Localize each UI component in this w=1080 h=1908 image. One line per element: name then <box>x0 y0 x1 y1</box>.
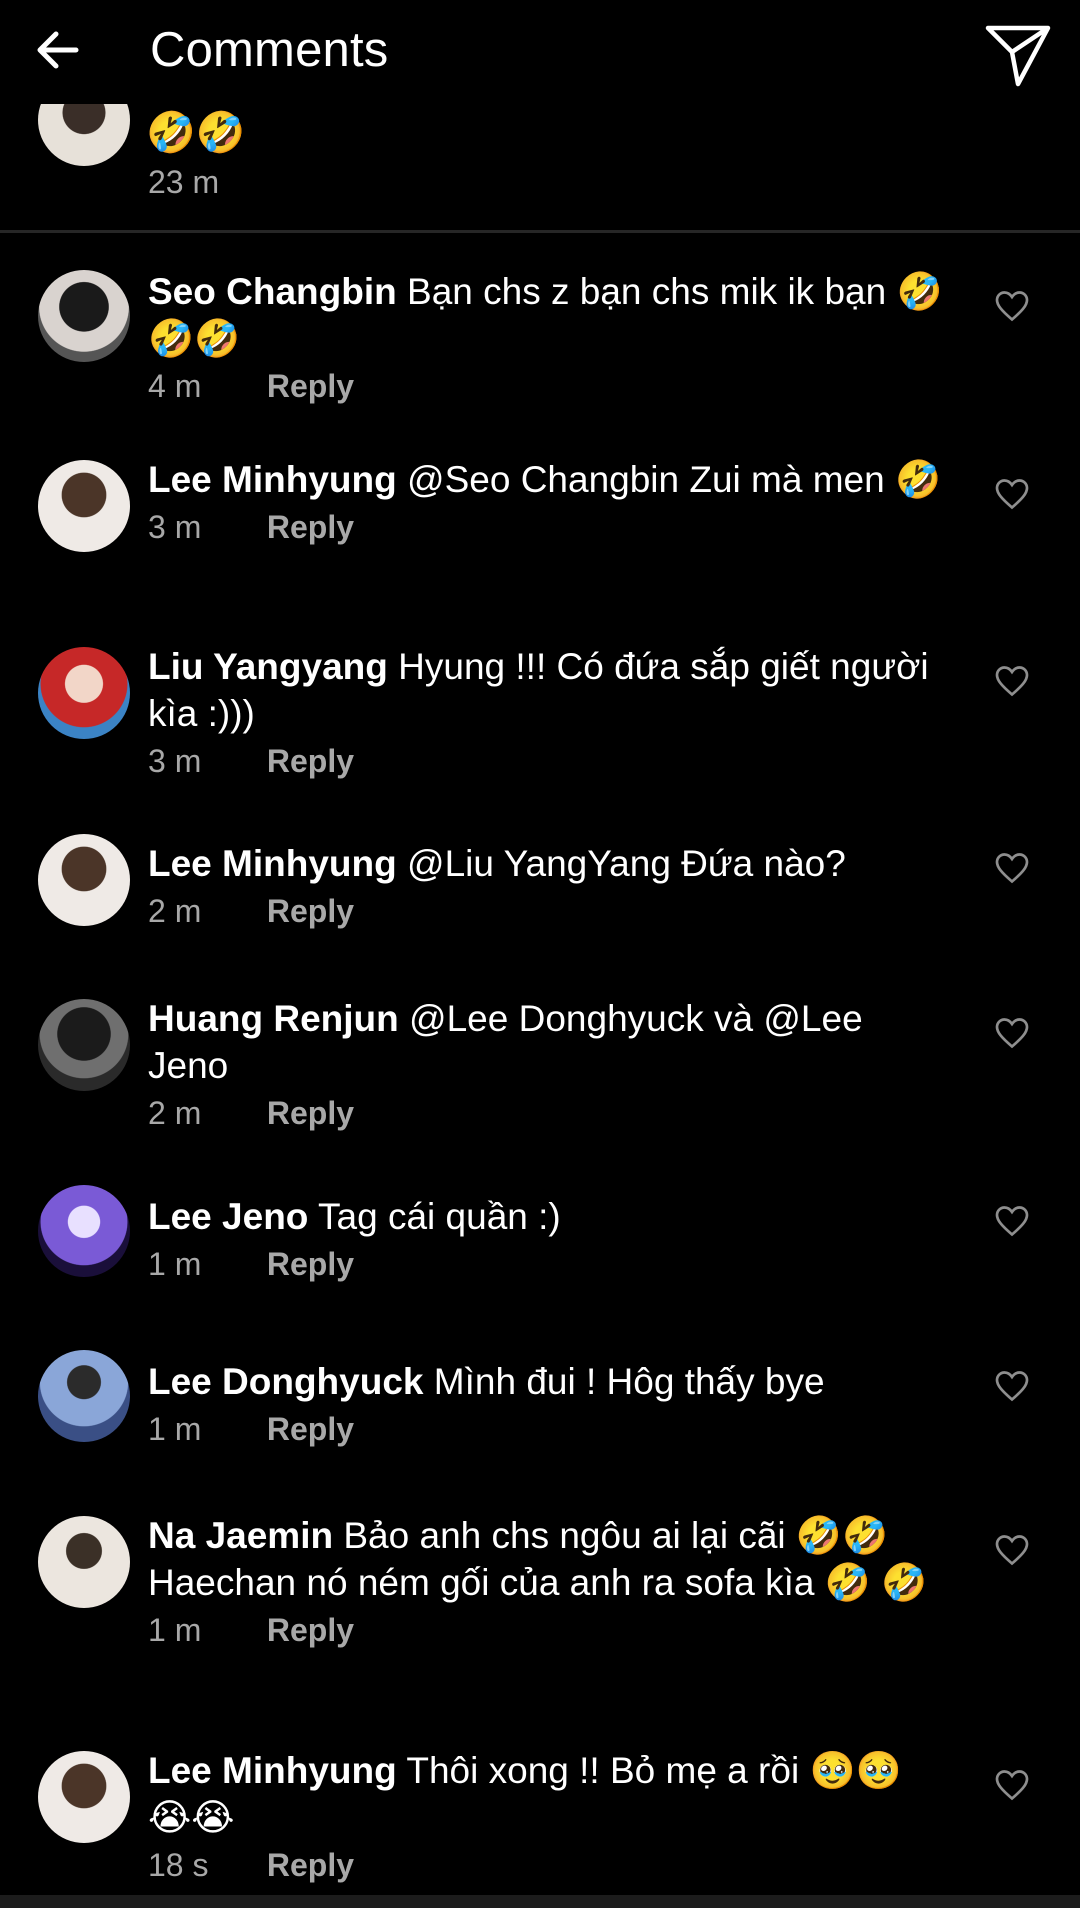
share-button[interactable] <box>982 18 1054 90</box>
comment-body: Lee Donghyuck Mình đui ! Hôg thấy bye 1 … <box>148 1358 948 1451</box>
like-button[interactable] <box>994 1767 1030 1803</box>
reply-button[interactable]: Reply <box>267 1091 354 1135</box>
reply-button[interactable]: Reply <box>267 1407 354 1451</box>
comment-meta: 1 m Reply <box>148 1608 948 1652</box>
comment-meta: 1 m Reply <box>148 1407 948 1451</box>
comment-meta: 2 m Reply <box>148 889 948 933</box>
username[interactable]: Na Jaemin <box>148 1515 333 1556</box>
avatar[interactable] <box>38 834 130 926</box>
avatar[interactable] <box>38 1350 130 1442</box>
reply-button[interactable]: Reply <box>267 505 354 549</box>
like-button[interactable] <box>994 850 1030 886</box>
comments-screen: Comments 🤣🤣 23 m Seo Changbin Bạn chs z … <box>0 0 1080 1908</box>
comment-body: Liu Yangyang Hyung !!! Có đứa sắp giết n… <box>148 643 948 783</box>
comment-text: Seo Changbin Bạn chs z bạn chs mik ik bạ… <box>148 268 948 362</box>
username[interactable]: Lee Minhyung <box>148 1750 397 1791</box>
like-button[interactable] <box>994 1368 1030 1404</box>
comment-time: 2 m <box>148 1095 202 1131</box>
like-button[interactable] <box>994 288 1030 324</box>
comment-time: 3 m <box>148 743 202 779</box>
username[interactable]: Lee Jeno <box>148 1196 308 1237</box>
comment-text: Na Jaemin Bảo anh chs ngôu ai lại cãi 🤣🤣… <box>148 1512 948 1606</box>
comment-time: 4 m <box>148 368 202 404</box>
heart-icon <box>995 291 1029 322</box>
arrow-left-icon <box>37 31 79 69</box>
reply-button[interactable]: Reply <box>267 739 354 783</box>
avatar[interactable] <box>38 647 130 739</box>
comment-body: Lee Minhyung @Liu YangYang Đứa nào? 2 m … <box>148 840 948 933</box>
comment-text: Lee Minhyung @Seo Changbin Zui mà men 🤣 <box>148 456 948 503</box>
heart-icon <box>995 479 1029 510</box>
top-bar: Comments <box>0 0 1080 104</box>
reply-button[interactable]: Reply <box>267 1843 354 1887</box>
like-button[interactable] <box>994 476 1030 512</box>
username[interactable]: Liu Yangyang <box>148 646 388 687</box>
heart-icon <box>995 1206 1029 1237</box>
comment-time: 18 s <box>148 1847 209 1883</box>
username[interactable]: Seo Changbin <box>148 271 397 312</box>
comment-time: 1 m <box>148 1612 202 1648</box>
comment-time: 2 m <box>148 893 202 929</box>
comment-body: Lee Jeno Tag cái quần :) 1 m Reply <box>148 1193 948 1286</box>
comment-meta: 18 s Reply <box>148 1843 948 1887</box>
reply-button[interactable]: Reply <box>267 364 354 408</box>
divider <box>0 230 1080 233</box>
partial-comment: 🤣🤣 23 m <box>0 74 1080 232</box>
comment-time: 23 m <box>148 164 220 200</box>
paper-plane-icon <box>985 25 1051 87</box>
avatar[interactable] <box>38 460 130 552</box>
heart-icon <box>995 666 1029 697</box>
comment-text: Lee Minhyung @Liu YangYang Đứa nào? <box>148 840 948 887</box>
reply-button[interactable]: Reply <box>267 1608 354 1652</box>
comment-message: @Seo Changbin Zui mà men 🤣 <box>407 459 942 500</box>
comment-text: Huang Renjun @Lee Donghyuck và @Lee Jeno <box>148 995 948 1089</box>
comment-time: 1 m <box>148 1246 202 1282</box>
heart-icon <box>995 1371 1029 1402</box>
comment-text: Lee Donghyuck Mình đui ! Hôg thấy bye <box>148 1358 948 1405</box>
avatar[interactable] <box>38 1516 130 1608</box>
reply-button[interactable]: Reply <box>267 1242 354 1286</box>
comment-body: Lee Minhyung @Seo Changbin Zui mà men 🤣 … <box>148 456 948 549</box>
like-button[interactable] <box>994 1015 1030 1051</box>
comment-body: Na Jaemin Bảo anh chs ngôu ai lại cãi 🤣🤣… <box>148 1512 948 1652</box>
comment-time: 3 m <box>148 509 202 545</box>
username[interactable]: Huang Renjun <box>148 998 399 1039</box>
comment-meta: 3 m Reply <box>148 505 948 549</box>
comment-text: Lee Minhyung Thôi xong !! Bỏ mẹ a rồi 🥹🥹… <box>148 1747 948 1841</box>
avatar[interactable] <box>38 999 130 1091</box>
comment-text: 🤣🤣 <box>146 111 246 155</box>
like-button[interactable] <box>994 663 1030 699</box>
bottom-edge <box>0 1895 1080 1908</box>
heart-icon <box>995 1018 1029 1049</box>
comment-meta: 1 m Reply <box>148 1242 948 1286</box>
comment-meta: 2 m Reply <box>148 1091 948 1135</box>
avatar[interactable] <box>38 1185 130 1277</box>
comment-time: 1 m <box>148 1411 202 1447</box>
username[interactable]: Lee Minhyung <box>148 843 397 884</box>
heart-icon <box>995 853 1029 884</box>
username[interactable]: Lee Minhyung <box>148 459 397 500</box>
avatar[interactable] <box>38 1751 130 1843</box>
comment-text: Liu Yangyang Hyung !!! Có đứa sắp giết n… <box>148 643 948 737</box>
reply-button[interactable]: Reply <box>267 889 354 933</box>
back-button[interactable] <box>30 20 90 80</box>
page-title: Comments <box>150 23 389 77</box>
comment-meta: 4 m Reply <box>148 364 948 408</box>
comment-meta: 3 m Reply <box>148 739 948 783</box>
comment-body: Lee Minhyung Thôi xong !! Bỏ mẹ a rồi 🥹🥹… <box>148 1747 948 1887</box>
username[interactable]: Lee Donghyuck <box>148 1361 424 1402</box>
comment-text: Lee Jeno Tag cái quần :) <box>148 1193 948 1240</box>
comment-message: @Liu YangYang Đứa nào? <box>407 843 846 884</box>
heart-icon <box>995 1535 1029 1566</box>
comment-body: Huang Renjun @Lee Donghyuck và @Lee Jeno… <box>148 995 948 1135</box>
comment-body: Seo Changbin Bạn chs z bạn chs mik ik bạ… <box>148 268 948 408</box>
avatar[interactable] <box>38 270 130 362</box>
comment-message: Tag cái quần :) <box>318 1196 561 1237</box>
comment-message: Mình đui ! Hôg thấy bye <box>433 1361 825 1402</box>
like-button[interactable] <box>994 1532 1030 1568</box>
heart-icon <box>995 1770 1029 1801</box>
like-button[interactable] <box>994 1203 1030 1239</box>
